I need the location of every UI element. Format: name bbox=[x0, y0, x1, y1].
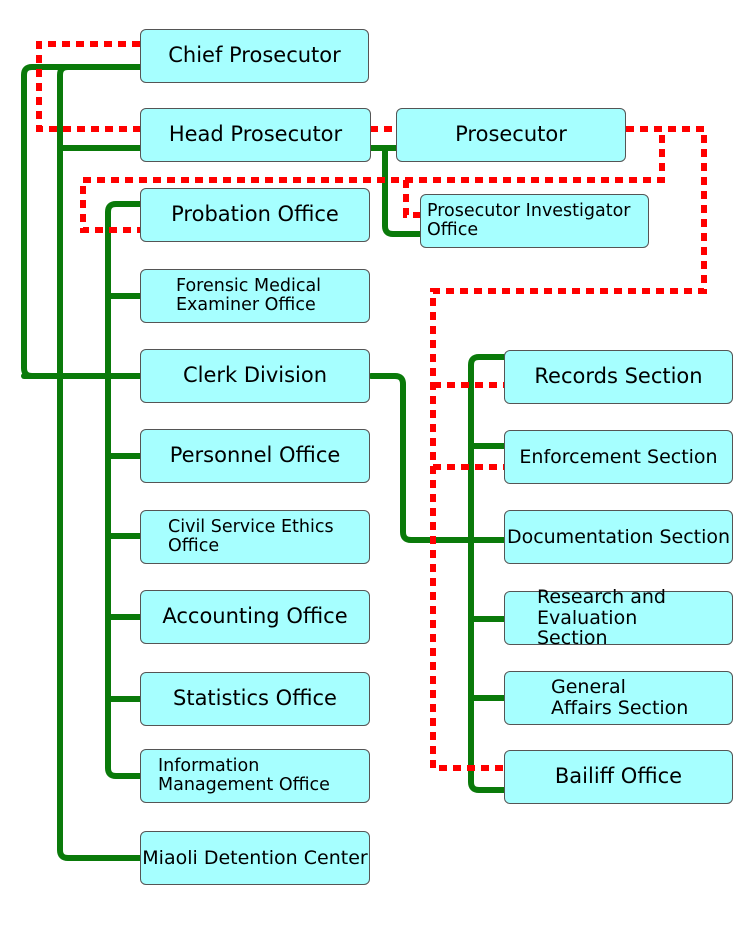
node-clerk-division: Clerk Division bbox=[140, 349, 370, 403]
line-chief-to-detention bbox=[57, 64, 143, 861]
node-personnel-office: Personnel Office bbox=[140, 429, 370, 483]
node-label: Personnel Office bbox=[169, 443, 341, 468]
line-sections-trunk bbox=[468, 354, 507, 793]
line-clerk-to-sections bbox=[368, 373, 507, 543]
node-label: Records Section bbox=[534, 364, 703, 389]
node-civil-service-ethics-office: Civil Service Ethics Office bbox=[140, 510, 370, 564]
node-label: Information Management Office bbox=[158, 755, 330, 795]
node-records-section: Records Section bbox=[504, 350, 733, 404]
node-prosecutor-investigator-office: Prosecutor Investigator Office bbox=[420, 194, 649, 248]
node-documentation-section: Documentation Section bbox=[504, 510, 733, 564]
node-statistics-office: Statistics Office bbox=[140, 672, 370, 726]
node-information-management-office: Information Management Office bbox=[140, 749, 370, 803]
node-label: Probation Office bbox=[171, 202, 339, 227]
dotted-to-investigator bbox=[403, 180, 420, 218]
node-label: Chief Prosecutor bbox=[168, 43, 341, 68]
node-label: Head Prosecutor bbox=[168, 122, 343, 147]
node-label: Forensic Medical Examiner Office bbox=[176, 275, 322, 315]
node-enforcement-section: Enforcement Section bbox=[504, 430, 733, 484]
node-label: Prosecutor Investigator Office bbox=[427, 200, 631, 240]
node-label: Bailiff Office bbox=[554, 764, 683, 789]
dotted-chief-to-head bbox=[36, 41, 140, 132]
node-label: Miaoli Detention Center bbox=[142, 846, 368, 869]
node-label: Statistics Office bbox=[173, 686, 337, 711]
node-general-affairs-section: General Affairs Section bbox=[504, 671, 733, 725]
node-label: Accounting Office bbox=[162, 604, 348, 629]
node-label: Enforcement Section bbox=[519, 445, 718, 468]
node-label: Prosecutor bbox=[455, 122, 567, 147]
node-chief-prosecutor: Chief Prosecutor bbox=[140, 29, 369, 83]
node-prosecutor: Prosecutor bbox=[396, 108, 626, 162]
node-label: General Affairs Section bbox=[551, 676, 689, 719]
line-offices-trunk bbox=[105, 201, 143, 779]
node-label: Civil Service Ethics Office bbox=[168, 516, 334, 556]
node-label: Research and Evaluation Section bbox=[537, 585, 666, 650]
node-label: Clerk Division bbox=[182, 363, 328, 388]
node-probation-office: Probation Office bbox=[140, 188, 370, 242]
node-forensic-medical-examiner-office: Forensic Medical Examiner Office bbox=[140, 269, 370, 323]
node-miaoli-detention-center: Miaoli Detention Center bbox=[140, 831, 370, 885]
node-research-and-evaluation-section: Research and Evaluation Section bbox=[504, 586, 733, 649]
node-bailiff-office: Bailiff Office bbox=[504, 750, 733, 804]
node-label: Documentation Section bbox=[506, 525, 731, 548]
node-accounting-office: Accounting Office bbox=[140, 590, 370, 644]
node-head-prosecutor: Head Prosecutor bbox=[140, 108, 371, 162]
